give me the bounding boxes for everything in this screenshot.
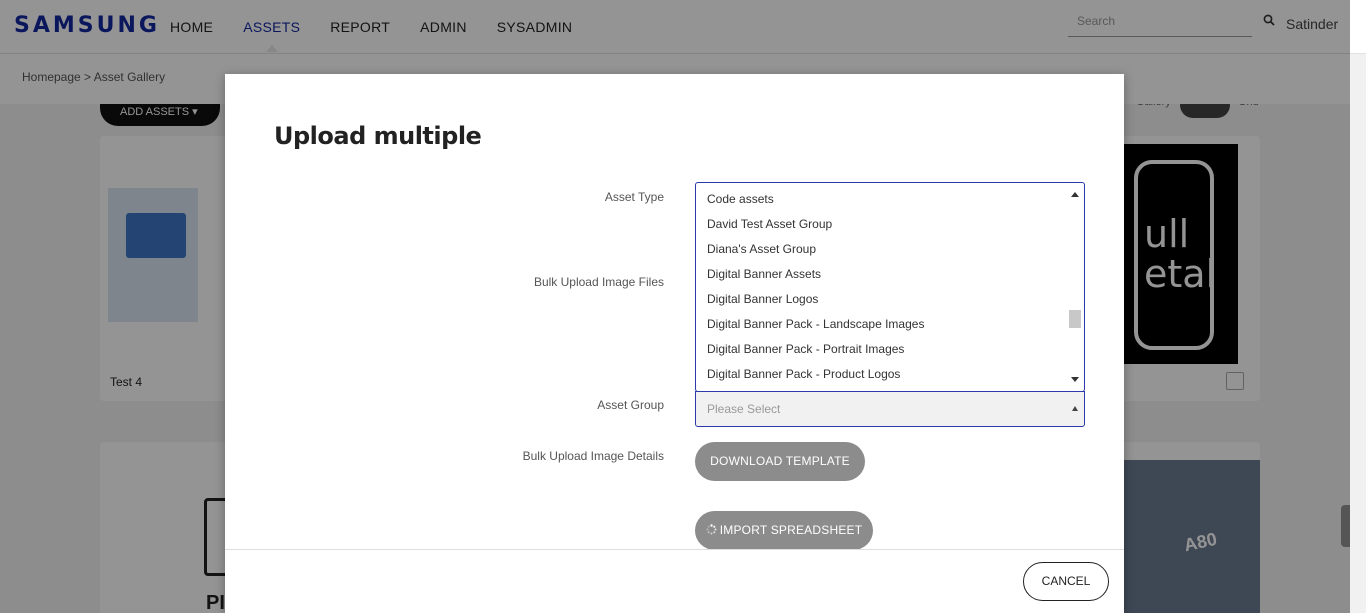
caret-up-icon — [1072, 406, 1078, 411]
upload-multiple-modal: Upload multiple Asset Type Bulk Upload I… — [225, 74, 1124, 613]
asset-group-placeholder: Please Select — [707, 402, 781, 416]
asset-group-label: Asset Group — [597, 398, 664, 412]
asset-group-select[interactable]: Please Select — [695, 391, 1085, 427]
download-template-button[interactable]: DOWNLOAD TEMPLATE — [695, 442, 865, 481]
page-scrollbar[interactable] — [1350, 54, 1366, 613]
modal-footer-divider — [225, 549, 1124, 550]
asset-type-option[interactable]: Digital Banner Pack - Product Logos — [696, 358, 1084, 383]
asset-type-option[interactable]: David Test Asset Group — [696, 208, 1084, 233]
import-spreadsheet-label: IMPORT SPREADSHEET — [719, 523, 863, 537]
asset-type-option[interactable]: Code assets — [696, 183, 1084, 208]
spinner-icon — [706, 524, 717, 535]
asset-type-option[interactable]: Diana's Asset Group — [696, 233, 1084, 258]
asset-type-listbox[interactable]: Code assets David Test Asset Group Diana… — [695, 182, 1085, 392]
asset-type-option[interactable]: Digital Banner Pack - Portrait Images — [696, 333, 1084, 358]
asset-type-option[interactable]: Digital Banner Pack - Landscape Images — [696, 308, 1084, 333]
cancel-button[interactable]: CANCEL — [1023, 562, 1109, 601]
listbox-scroll-thumb[interactable] — [1069, 310, 1081, 328]
asset-type-label: Asset Type — [604, 190, 664, 204]
import-spreadsheet-button[interactable]: IMPORT SPREADSHEET — [695, 511, 873, 550]
side-tab[interactable] — [1341, 505, 1350, 547]
asset-type-option[interactable]: Digital Banner Assets — [696, 258, 1084, 283]
bulk-upload-details-label: Bulk Upload Image Details — [522, 449, 664, 463]
listbox-scrollbar[interactable] — [1067, 184, 1083, 390]
bulk-upload-files-label: Bulk Upload Image Files — [533, 275, 664, 289]
scroll-up-arrow-icon[interactable] — [1071, 192, 1079, 197]
asset-type-option[interactable]: Digital Banner Logos — [696, 283, 1084, 308]
scroll-down-arrow-icon[interactable] — [1071, 377, 1079, 382]
modal-title: Upload multiple — [274, 122, 482, 150]
